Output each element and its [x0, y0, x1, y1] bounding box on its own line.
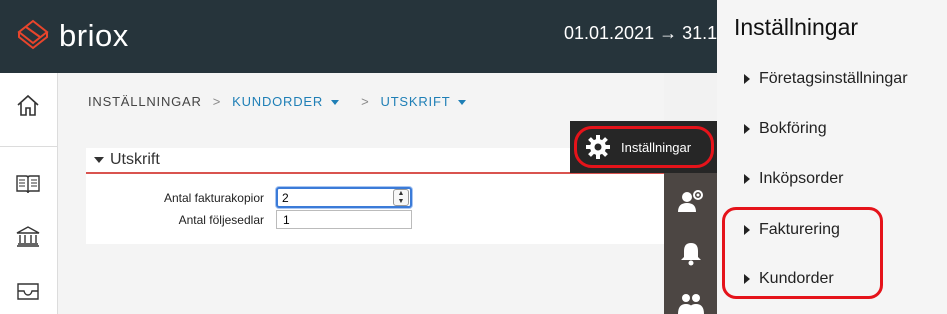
invoice-copies-input[interactable]: 2 ▲ ▼	[276, 187, 412, 208]
menu-item-bokforing[interactable]: Bokföring	[744, 120, 827, 138]
settings-menu-title: Inställningar	[734, 14, 859, 40]
main-content: INSTÄLLNINGAR > KUNDORDER > UTSKRIFT Uts…	[58, 73, 664, 314]
bank-icon[interactable]	[14, 223, 42, 251]
menu-item-inkopsorder[interactable]: Inköpsorder	[744, 170, 844, 188]
left-nav	[0, 73, 58, 314]
home-icon[interactable]	[14, 91, 42, 119]
stepper-up-icon[interactable]: ▲	[398, 190, 405, 197]
stepper-down-icon[interactable]: ▼	[398, 198, 405, 205]
delivery-notes-label: Antal följesedlar	[178, 212, 264, 227]
menu-item-label: Företagsinställningar	[759, 70, 908, 87]
app-window: briox 01.01.2021 → 31.12.2021 INSTÄLLNIN…	[0, 0, 947, 314]
breadcrumb-utskrift[interactable]: UTSKRIFT	[381, 94, 467, 109]
breadcrumb-root[interactable]: INSTÄLLNINGAR	[88, 94, 202, 109]
brand-name: briox	[59, 17, 129, 53]
breadcrumb: INSTÄLLNINGAR > KUNDORDER > UTSKRIFT	[88, 94, 467, 109]
panel-title: Utskrift	[110, 151, 160, 168]
chevron-down-icon	[458, 100, 467, 106]
fiscal-period[interactable]: 01.01.2021 → 31.12.2021	[564, 23, 717, 44]
menu-item-foretagsinstallningar[interactable]: Företagsinställningar	[744, 70, 908, 88]
breadcrumb-utskrift-label: UTSKRIFT	[380, 94, 451, 109]
users-gear-icon[interactable]	[677, 187, 705, 215]
nav-divider	[0, 146, 58, 147]
menu-item-label: Bokföring	[759, 120, 827, 137]
quick-actions-strip	[664, 173, 717, 314]
invoice-copies-value: 2	[282, 190, 289, 205]
breadcrumb-separator: >	[361, 94, 370, 109]
settings-button[interactable]: Inställningar	[574, 126, 714, 168]
highlight-annotation	[722, 207, 883, 299]
breadcrumb-kundorder[interactable]: KUNDORDER	[232, 94, 340, 109]
breadcrumb-separator: >	[212, 94, 222, 109]
gear-icon	[586, 135, 610, 159]
inbox-icon[interactable]	[14, 277, 42, 305]
stepper-buttons[interactable]: ▲ ▼	[393, 189, 409, 206]
invoice-copies-row: Antal fakturakopior 2 ▲ ▼	[86, 187, 412, 208]
briox-logo[interactable]: briox	[13, 15, 129, 55]
expand-arrow-icon	[744, 124, 750, 134]
invoice-copies-label: Antal fakturakopior	[163, 190, 264, 205]
chevron-down-icon	[331, 100, 340, 106]
expand-arrow-icon	[744, 74, 750, 84]
settings-button-label: Inställningar	[621, 139, 692, 155]
collapse-caret-icon	[94, 157, 104, 163]
delivery-notes-row: Antal följesedlar 1	[86, 210, 412, 229]
bell-icon[interactable]	[677, 239, 705, 267]
settings-popup: Inställningar	[570, 121, 717, 173]
book-icon[interactable]	[14, 170, 42, 198]
top-bar: briox 01.01.2021 → 31.12.2021	[0, 0, 717, 73]
expand-arrow-icon	[744, 174, 750, 184]
briox-logo-icon	[17, 19, 49, 50]
people-icon[interactable]	[677, 289, 705, 314]
breadcrumb-kundorder-label: KUNDORDER	[232, 94, 324, 109]
menu-item-label: Inköpsorder	[759, 170, 844, 187]
delivery-notes-input[interactable]: 1	[276, 210, 412, 229]
